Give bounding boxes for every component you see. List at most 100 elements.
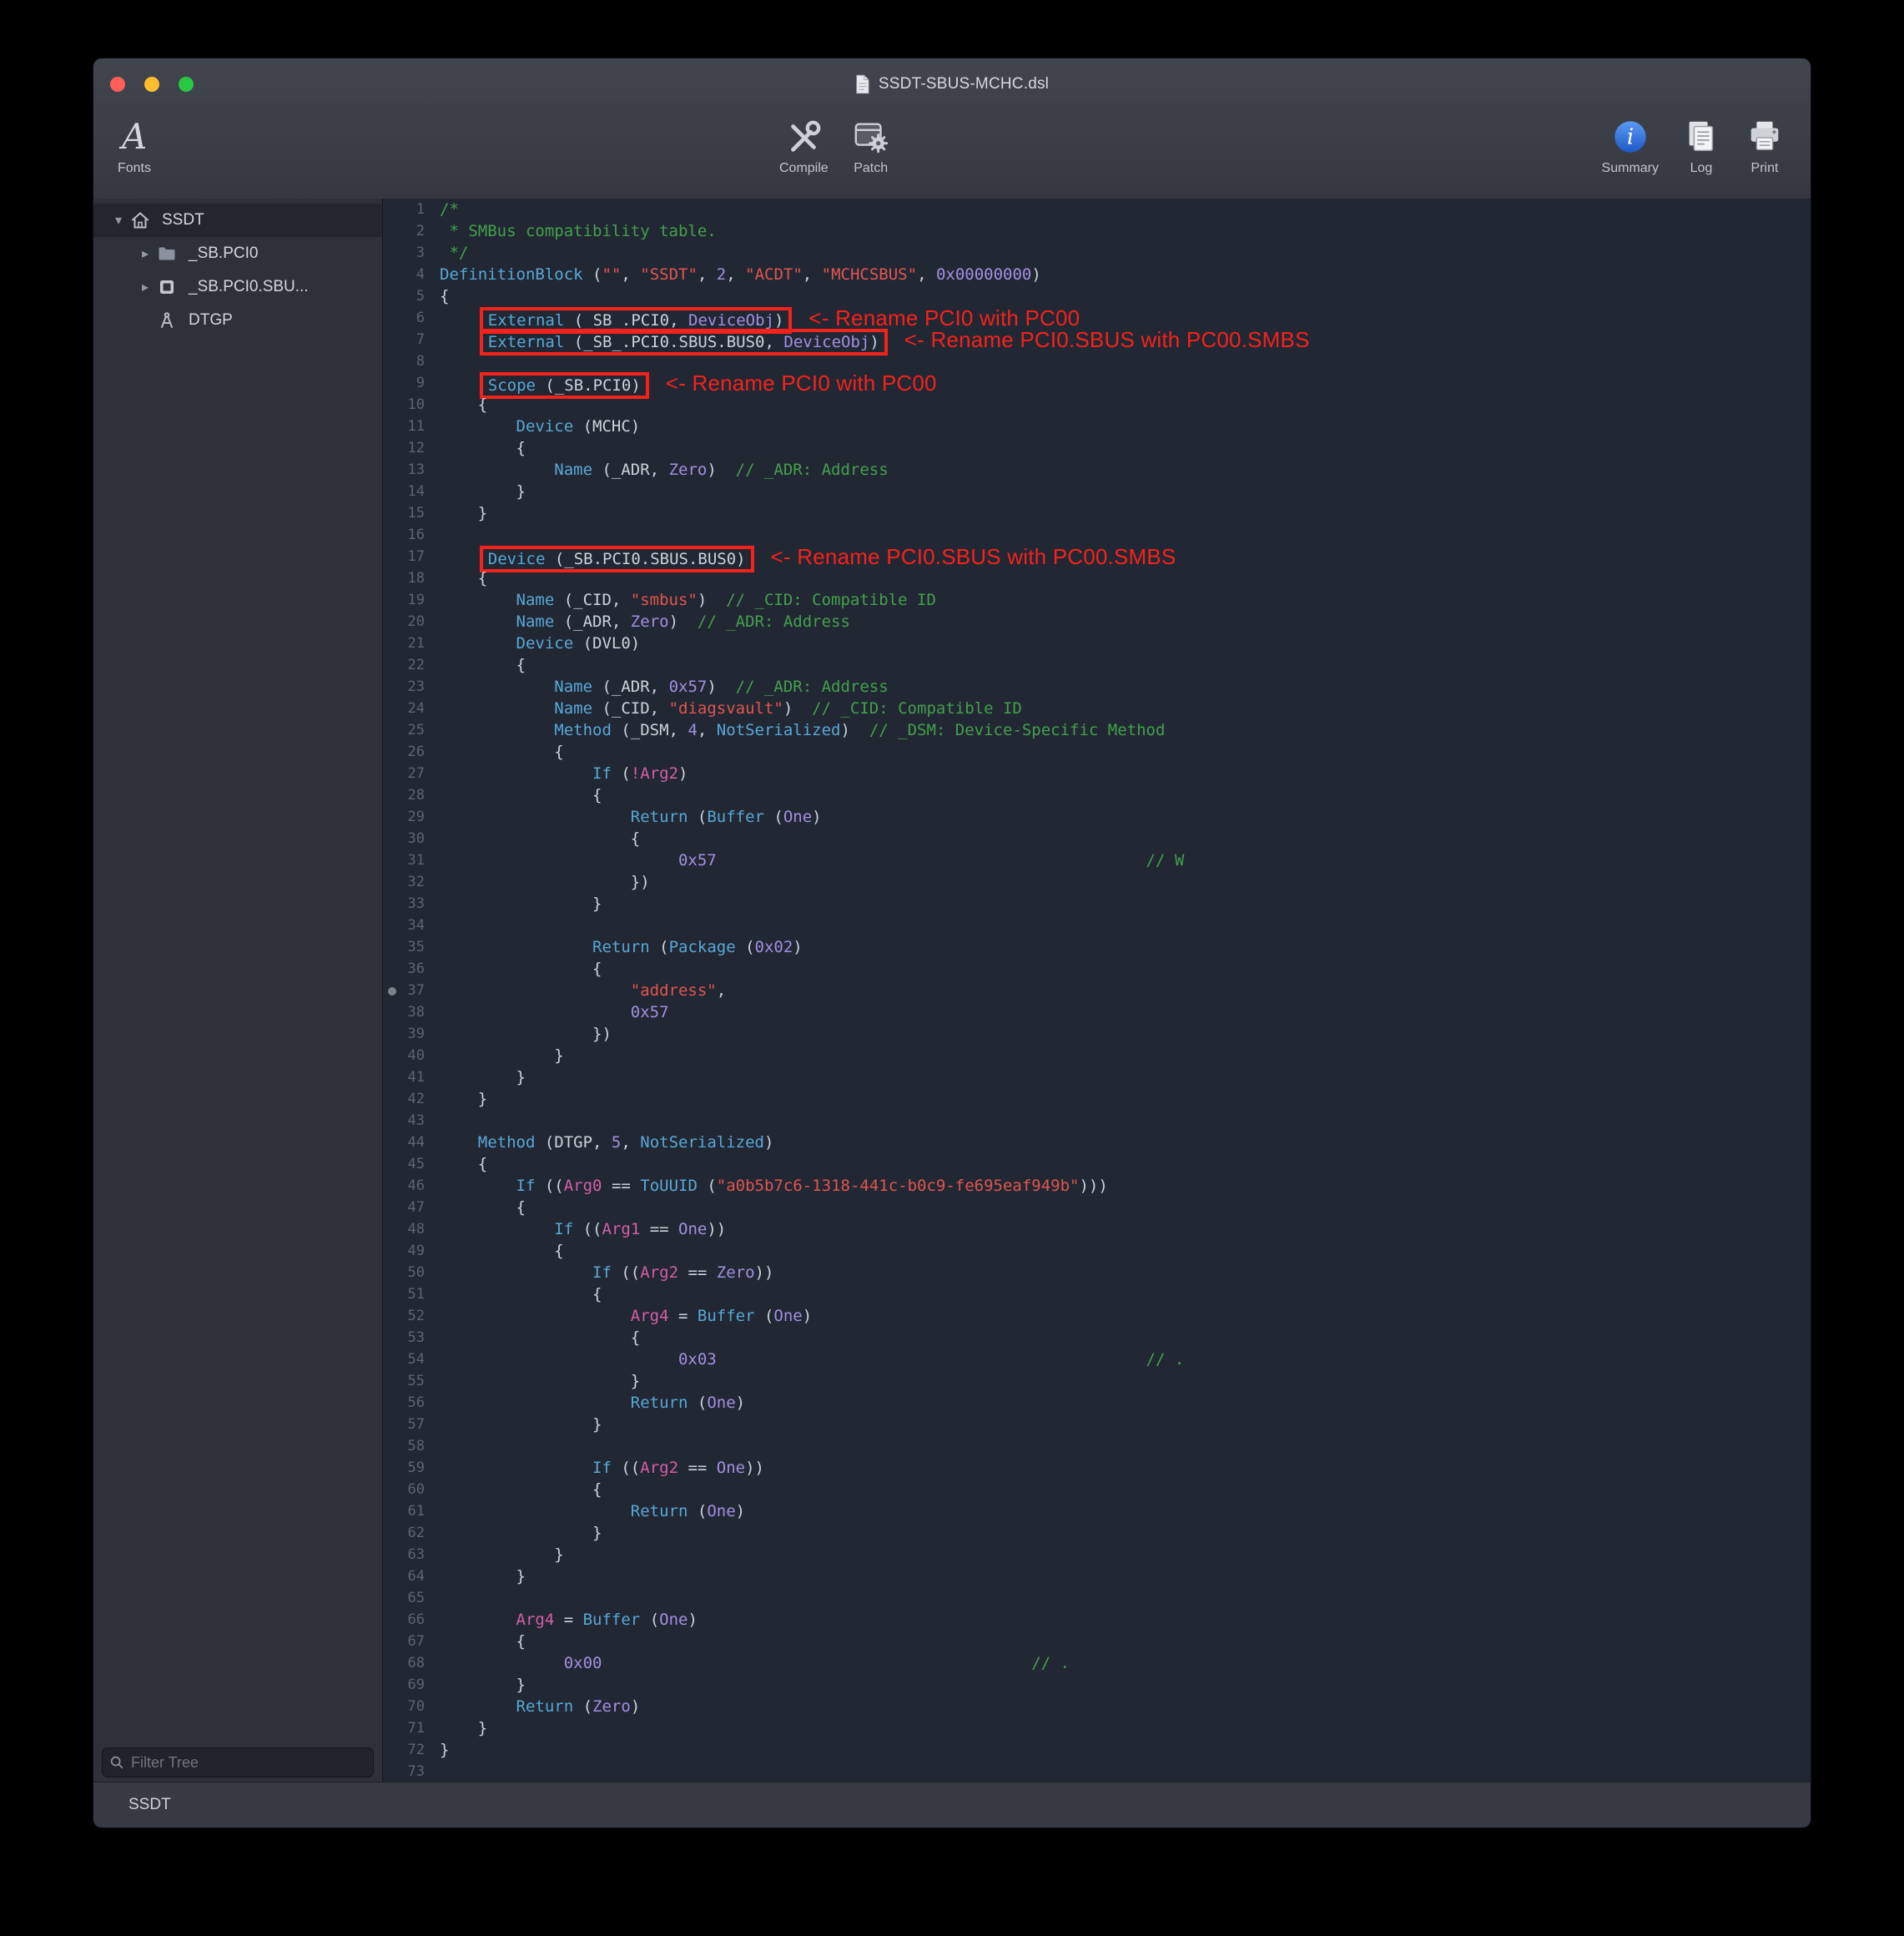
- code-line: 62 }: [383, 1522, 1811, 1544]
- code-editor[interactable]: 1/*2 * SMBus compatibility table.3 */4De…: [383, 199, 1811, 1782]
- document-icon: [855, 74, 870, 94]
- code-line: 36 {: [383, 958, 1811, 980]
- code-text: 0x57: [435, 1001, 1811, 1023]
- code-text: Name (_CID, "diagsvault") // _CID: Compa…: [435, 698, 1811, 719]
- code-text: If ((Arg1 == One)): [435, 1218, 1811, 1240]
- method-icon: [157, 310, 182, 330]
- fonts-button[interactable]: AFonts: [113, 115, 155, 176]
- code-text: [435, 915, 1811, 936]
- line-number: 46: [383, 1175, 435, 1197]
- code-text: }: [435, 1066, 1811, 1088]
- line-number: 28: [383, 784, 435, 806]
- summary-icon: i: [1609, 115, 1651, 159]
- code-text: 0x03 // .: [435, 1349, 1811, 1370]
- window-title-group: SSDT-SBUS-MCHC.dsl: [855, 58, 1049, 110]
- code-text: {: [435, 828, 1811, 850]
- code-text: If (!Arg2): [435, 763, 1811, 784]
- line-number: 19: [383, 589, 435, 611]
- sidebar-item-label: DTGP: [189, 311, 233, 330]
- code-line: 19 Name (_CID, "smbus") // _CID: Compati…: [383, 589, 1811, 611]
- traffic-lights: [110, 77, 194, 92]
- line-number: 10: [383, 394, 435, 416]
- code-text: If ((Arg2 == Zero)): [435, 1262, 1811, 1283]
- code-line: 29 Return (Buffer (One): [383, 806, 1811, 828]
- summary-button[interactable]: iSummary: [1602, 115, 1659, 176]
- code-text: {: [435, 784, 1811, 806]
- disclosure-right-icon[interactable]: ▸: [135, 279, 155, 295]
- patch-button[interactable]: Patch: [850, 115, 892, 176]
- toolbar-label: Print: [1751, 161, 1779, 176]
- line-number: 7: [383, 329, 435, 350]
- code-line: 73: [383, 1761, 1811, 1782]
- line-number: 73: [383, 1761, 435, 1782]
- code-text: DefinitionBlock ("", "SSDT", 2, "ACDT", …: [435, 264, 1811, 285]
- sidebar-item-dtgp[interactable]: DTGP: [93, 304, 382, 337]
- line-number: 69: [383, 1674, 435, 1696]
- sidebar-item-sb-pci0[interactable]: ▸_SB.PCI0: [93, 237, 382, 270]
- line-number: 48: [383, 1218, 435, 1240]
- app-window: SSDT-SBUS-MCHC.dsl AFonts Compile Patch i…: [93, 58, 1811, 1828]
- code-text: {: [435, 1283, 1811, 1305]
- line-number: 6: [383, 307, 435, 329]
- line-number: 21: [383, 633, 435, 654]
- compile-button[interactable]: Compile: [779, 115, 829, 176]
- code-text: Return (One): [435, 1500, 1811, 1522]
- code-text: {: [435, 1631, 1811, 1652]
- titlebar[interactable]: SSDT-SBUS-MCHC.dsl: [93, 58, 1811, 110]
- code-text: Name (_CID, "smbus") // _CID: Compatible…: [435, 589, 1811, 611]
- disclosure-down-icon[interactable]: ▾: [108, 212, 128, 229]
- line-number: 34: [383, 915, 435, 936]
- code-line: 57 }: [383, 1414, 1811, 1435]
- code-line: 34: [383, 915, 1811, 936]
- code-text: Return (Zero): [435, 1696, 1811, 1717]
- code-line: 56 Return (One): [383, 1392, 1811, 1414]
- code-text: {: [435, 285, 1811, 307]
- line-number: 3: [383, 242, 435, 264]
- minimize-button[interactable]: [144, 77, 159, 92]
- filter-tree-input[interactable]: [129, 1753, 366, 1772]
- line-number: 35: [383, 936, 435, 958]
- zoom-button[interactable]: [179, 77, 194, 92]
- code-text: }: [435, 1414, 1811, 1435]
- line-number: 8: [383, 350, 435, 372]
- code-line: 3 */: [383, 242, 1811, 264]
- toolbar: AFonts Compile Patch iSummary Log Print: [93, 110, 1811, 199]
- log-button[interactable]: Log: [1680, 115, 1722, 176]
- code-text: Arg4 = Buffer (One): [435, 1305, 1811, 1327]
- line-number: 72: [383, 1739, 435, 1761]
- code-line: 27 If (!Arg2): [383, 763, 1811, 784]
- code-text: {: [435, 394, 1811, 416]
- code-line: 26 {: [383, 741, 1811, 763]
- device-icon: [157, 277, 182, 297]
- code-line: 6 External (_SB_.PCI0, DeviceObj)<- Rena…: [383, 307, 1811, 329]
- sidebar-item-ssdt[interactable]: ▾ SSDT: [93, 204, 382, 237]
- code-line: 39 }): [383, 1023, 1811, 1045]
- line-number: 5: [383, 285, 435, 307]
- line-number: 64: [383, 1565, 435, 1587]
- code-text: External (_SB_.PCI0, DeviceObj)<- Rename…: [435, 307, 1811, 329]
- sidebar-item-label: SSDT: [162, 211, 204, 229]
- line-number: 26: [383, 741, 435, 763]
- sidebar-item-sb-pci0-sbu[interactable]: ▸_SB.PCI0.SBU...: [93, 270, 382, 304]
- code-text: }: [435, 1045, 1811, 1066]
- line-number: 22: [383, 654, 435, 676]
- code-line: 15 }: [383, 502, 1811, 524]
- code-line: 17 Device (_SB.PCI0.SBUS.BUS0)<- Rename …: [383, 546, 1811, 567]
- filter-tree-field[interactable]: [102, 1747, 374, 1777]
- code-line: 70 Return (Zero): [383, 1696, 1811, 1717]
- print-button[interactable]: Print: [1744, 115, 1786, 176]
- toolbar-label: Compile: [779, 161, 829, 176]
- close-button[interactable]: [110, 77, 125, 92]
- code-text: {: [435, 654, 1811, 676]
- code-line: 65: [383, 1587, 1811, 1609]
- code-text: 0x57 // W: [435, 850, 1811, 871]
- code-line: 49 {: [383, 1240, 1811, 1262]
- code-text: }): [435, 871, 1811, 893]
- navigation-tree: ▾ SSDT ▸_SB.PCI0▸_SB.PCI0.SBU... DTGP: [93, 199, 382, 337]
- status-text: SSDT: [93, 1796, 171, 1814]
- print-icon: [1744, 115, 1786, 159]
- disclosure-right-icon[interactable]: ▸: [135, 245, 155, 262]
- code-line: 66 Arg4 = Buffer (One): [383, 1609, 1811, 1631]
- line-number: 55: [383, 1370, 435, 1392]
- fonts-icon: A: [113, 115, 155, 159]
